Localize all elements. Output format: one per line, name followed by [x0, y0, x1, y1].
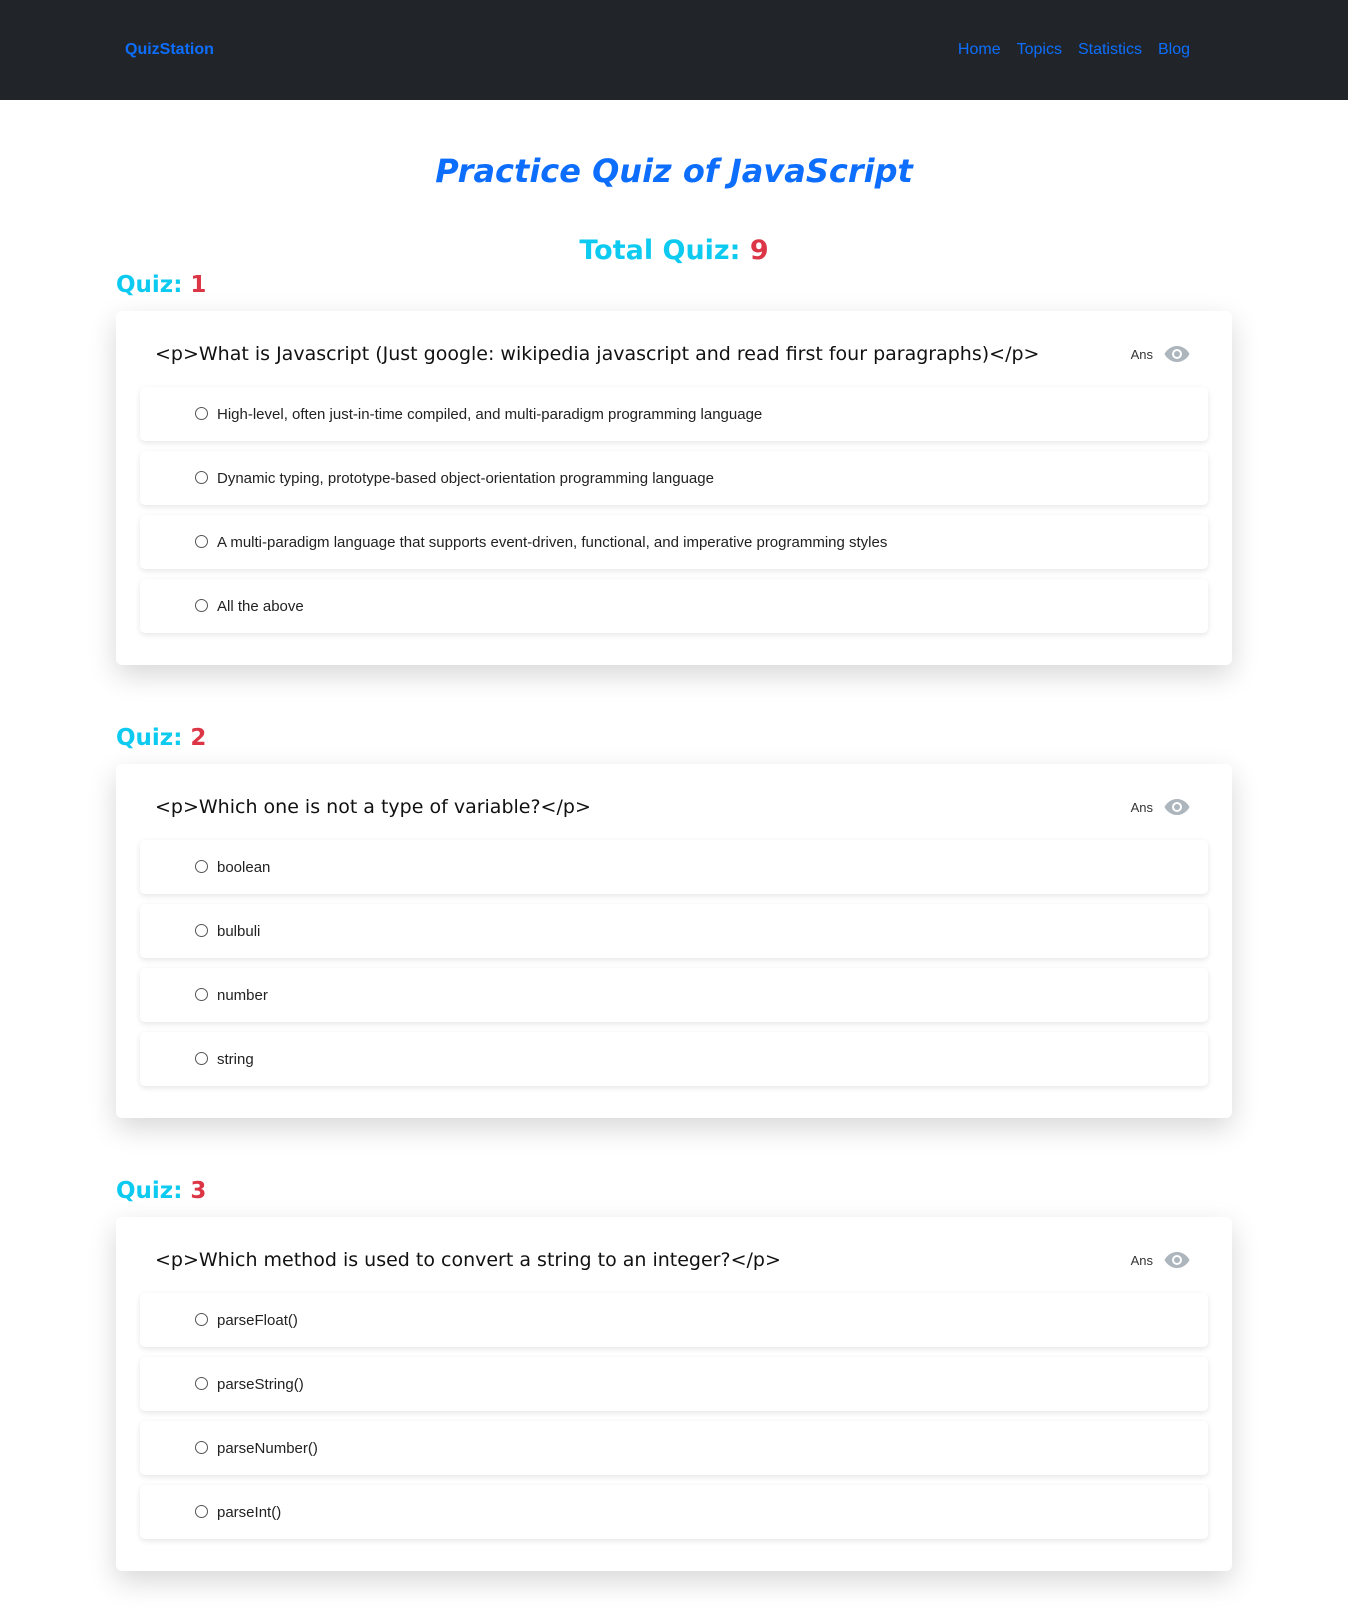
option-label: parseInt(): [217, 1503, 282, 1521]
eye-icon[interactable]: [1163, 797, 1191, 817]
navbar: QuizStation Home Topics Statistics Blog: [0, 0, 1348, 100]
radio-button[interactable]: [195, 534, 208, 548]
quiz-card: <p>Which one is not a type of variable?<…: [116, 764, 1232, 1118]
quiz-block: Quiz: 3 <p>Which method is used to conve…: [116, 1176, 1232, 1571]
total-quiz-heading: Total Quiz: 9: [0, 232, 1348, 270]
brand-link[interactable]: QuizStation: [125, 41, 214, 59]
page-title: Practice Quiz of JavaScript: [435, 152, 913, 190]
total-quiz-count: 9: [749, 235, 769, 266]
question-header: <p>What is Javascript (Just google: wiki…: [140, 343, 1208, 365]
radio-button[interactable]: [195, 1376, 208, 1390]
ans-label: Ans: [1130, 346, 1153, 362]
answer-option[interactable]: number: [140, 968, 1208, 1022]
radio-button[interactable]: [195, 1051, 208, 1065]
radio-button[interactable]: [195, 923, 208, 937]
question-text: <p>Which one is not a type of variable?<…: [155, 796, 591, 818]
question-text: <p>Which method is used to convert a str…: [155, 1249, 781, 1271]
quiz-card: <p>What is Javascript (Just google: wiki…: [116, 311, 1232, 665]
quiz-number: 2: [190, 725, 207, 751]
option-label: boolean: [217, 858, 271, 876]
radio-button[interactable]: [195, 470, 208, 484]
quiz-block: Quiz: 1 <p>What is Javascript (Just goog…: [116, 270, 1232, 665]
quiz-number: 1: [190, 272, 207, 298]
nav-link-home[interactable]: Home: [958, 41, 1001, 59]
answer-option[interactable]: A multi-paradigm language that supports …: [140, 515, 1208, 569]
answer-option[interactable]: boolean: [140, 840, 1208, 894]
ans-label: Ans: [1130, 1252, 1153, 1268]
option-label: number: [217, 986, 268, 1004]
option-label: A multi-paradigm language that supports …: [217, 533, 888, 551]
radio-button[interactable]: [195, 1440, 208, 1454]
answer-option[interactable]: bulbuli: [140, 904, 1208, 958]
quiz-number-heading: Quiz: 3: [116, 1176, 1232, 1206]
radio-button[interactable]: [195, 406, 208, 420]
answer-option[interactable]: parseInt(): [140, 1485, 1208, 1539]
question-text: <p>What is Javascript (Just google: wiki…: [155, 343, 1040, 365]
quiz-label: Quiz:: [116, 1178, 183, 1204]
question-header: <p>Which method is used to convert a str…: [140, 1249, 1208, 1271]
question-header: <p>Which one is not a type of variable?<…: [140, 796, 1208, 818]
answer-option[interactable]: parseNumber(): [140, 1421, 1208, 1475]
quiz-label: Quiz:: [116, 272, 183, 298]
option-label: All the above: [217, 597, 304, 615]
option-label: Dynamic typing, prototype-based object-o…: [217, 469, 714, 487]
answer-option[interactable]: Dynamic typing, prototype-based object-o…: [140, 451, 1208, 505]
option-label: parseFloat(): [217, 1311, 298, 1329]
quiz-number-heading: Quiz: 1: [116, 270, 1232, 300]
answer-option[interactable]: High-level, often just-in-time compiled,…: [140, 387, 1208, 441]
quiz-number-heading: Quiz: 2: [116, 723, 1232, 753]
answer-toggle[interactable]: Ans: [1131, 1250, 1191, 1270]
radio-button[interactable]: [195, 859, 208, 873]
quiz-label: Quiz:: [116, 725, 183, 751]
nav-links: Home Topics Statistics Blog: [958, 41, 1190, 59]
quiz-block: Quiz: 2 <p>Which one is not a type of va…: [116, 723, 1232, 1118]
answer-option[interactable]: parseFloat(): [140, 1293, 1208, 1347]
radio-button[interactable]: [195, 598, 208, 612]
radio-button[interactable]: [195, 1504, 208, 1518]
eye-icon[interactable]: [1163, 344, 1191, 364]
answer-toggle[interactable]: Ans: [1131, 797, 1191, 817]
radio-button[interactable]: [195, 1312, 208, 1326]
answer-toggle[interactable]: Ans: [1131, 344, 1191, 364]
option-label: parseString(): [217, 1375, 304, 1393]
answer-option[interactable]: string: [140, 1032, 1208, 1086]
nav-link-statistics[interactable]: Statistics: [1078, 41, 1142, 59]
quiz-number: 3: [190, 1178, 207, 1204]
quiz-list: Quiz: 1 <p>What is Javascript (Just goog…: [116, 270, 1232, 1571]
option-label: parseNumber(): [217, 1439, 318, 1457]
option-label: High-level, often just-in-time compiled,…: [217, 405, 763, 423]
radio-button[interactable]: [195, 987, 208, 1001]
nav-link-topics[interactable]: Topics: [1017, 41, 1062, 59]
answer-option[interactable]: All the above: [140, 579, 1208, 633]
answer-option[interactable]: parseString(): [140, 1357, 1208, 1411]
nav-link-blog[interactable]: Blog: [1158, 41, 1190, 59]
quiz-card: <p>Which method is used to convert a str…: [116, 1217, 1232, 1571]
option-label: string: [217, 1050, 254, 1068]
option-label: bulbuli: [217, 922, 261, 940]
ans-label: Ans: [1130, 799, 1153, 815]
eye-icon[interactable]: [1163, 1250, 1191, 1270]
total-quiz-label: Total Quiz:: [579, 235, 741, 266]
